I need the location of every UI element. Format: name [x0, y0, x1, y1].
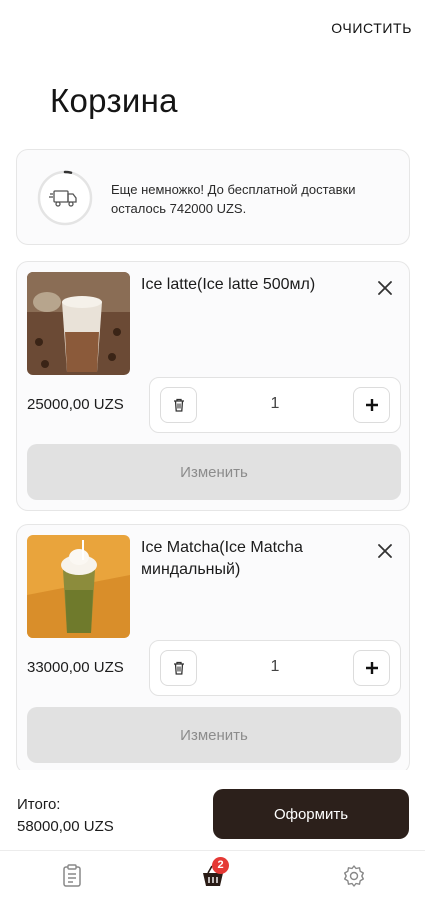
product-name: Ice Matcha(Ice Matcha миндальный) — [141, 539, 303, 578]
increase-button[interactable] — [353, 387, 390, 423]
product-price: 25000,00 UZS — [27, 396, 124, 413]
increase-button[interactable] — [353, 650, 390, 686]
total-value: 58000,00 UZS — [17, 818, 114, 835]
orders-icon[interactable] — [59, 863, 85, 889]
edit-item-button[interactable]: Изменить — [27, 707, 401, 763]
cart-footer: Итого: 58000,00 UZS Оформить — [0, 770, 425, 850]
product-price: 33000,00 UZS — [27, 659, 124, 676]
free-delivery-message: Еще немножко! До бесплатной доставки ост… — [111, 182, 356, 216]
cart-item: Ice latte(Ice latte 500мл) 25000,00 UZS … — [16, 261, 410, 511]
cart-count-badge: 2 — [212, 857, 229, 874]
quantity-stepper: 1 — [149, 640, 401, 696]
free-delivery-card: Еще немножко! До бесплатной доставки ост… — [16, 149, 410, 245]
total-label: Итого: — [17, 796, 61, 813]
settings-icon[interactable] — [341, 863, 367, 889]
checkout-button[interactable]: Оформить — [213, 789, 409, 839]
remove-item-icon[interactable] — [375, 541, 395, 561]
product-image — [27, 535, 130, 638]
cart-items-list[interactable]: Ice latte(Ice latte 500мл) 25000,00 UZS … — [0, 260, 425, 770]
plus-icon — [365, 662, 378, 674]
clear-cart-button[interactable]: ОЧИСТИТЬ — [331, 20, 412, 36]
bottom-navigation: 2 — [0, 850, 425, 900]
page-title: Корзина — [50, 82, 178, 119]
product-image — [27, 272, 130, 375]
plus-icon — [365, 399, 378, 411]
remove-item-icon[interactable] — [375, 278, 395, 298]
cart-nav-item[interactable]: 2 — [200, 857, 229, 889]
delivery-progress-ring — [37, 170, 93, 226]
edit-item-button[interactable]: Изменить — [27, 444, 401, 500]
cart-item: Ice Matcha(Ice Matcha миндальный) 33000,… — [16, 524, 410, 770]
product-name: Ice latte(Ice latte 500мл) — [141, 276, 316, 293]
quantity-stepper: 1 — [149, 377, 401, 433]
